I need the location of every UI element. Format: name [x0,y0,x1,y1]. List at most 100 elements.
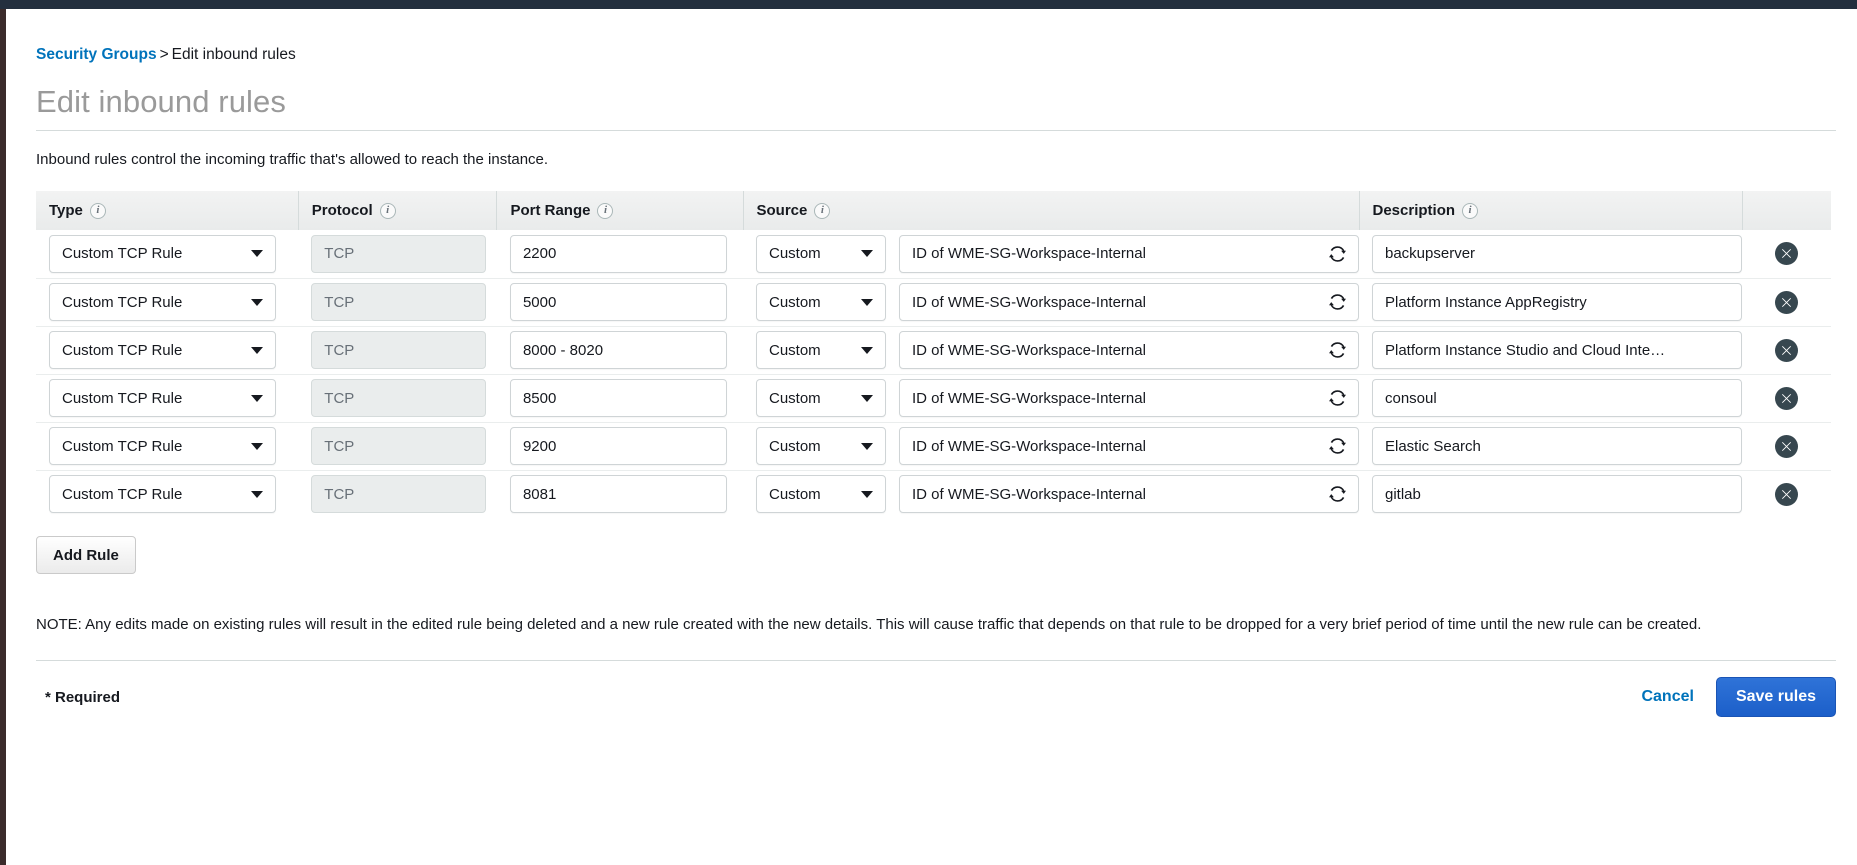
cell-actions [1742,470,1831,518]
protocol-value: TCP [324,438,354,455]
refresh-icon[interactable] [1329,486,1346,503]
cell-type: Custom TCP Rule [36,374,298,422]
cell-source: Custom ID of WME-SG-Workspace-Internal [743,278,1359,326]
description-input-0[interactable]: backupserver [1372,235,1742,273]
info-icon-protocol[interactable]: i [380,203,396,219]
delete-rule-button-3[interactable] [1775,387,1798,410]
refresh-icon[interactable] [1329,342,1346,359]
refresh-icon[interactable] [1329,245,1346,262]
type-select-1[interactable]: Custom TCP Rule [49,283,276,321]
type-select-value: Custom TCP Rule [62,390,243,407]
chevron-down-icon [251,443,263,450]
chevron-down-icon [861,443,873,450]
cell-description: Elastic Search [1359,422,1742,470]
port-range-input-5[interactable]: 8081 [510,475,727,513]
column-header-source-label: Source [757,202,808,219]
cell-source: Custom ID of WME-SG-Workspace-Internal [743,374,1359,422]
protocol-field-1: TCP [311,283,486,321]
source-input-5[interactable]: ID of WME-SG-Workspace-Internal [899,475,1359,513]
save-rules-button[interactable]: Save rules [1716,677,1836,717]
cell-actions [1742,278,1831,326]
source-input-4[interactable]: ID of WME-SG-Workspace-Internal [899,427,1359,465]
info-icon-type[interactable]: i [90,203,106,219]
port-range-value: 8000 - 8020 [523,342,603,359]
info-icon-port-range[interactable]: i [597,203,613,219]
chevron-down-icon [251,299,263,306]
delete-rule-button-2[interactable] [1775,339,1798,362]
cell-actions [1742,326,1831,374]
refresh-icon[interactable] [1329,390,1346,407]
source-select-0[interactable]: Custom [756,235,886,273]
chevron-down-icon [861,250,873,257]
source-select-3[interactable]: Custom [756,379,886,417]
add-rule-button[interactable]: Add Rule [36,536,136,574]
protocol-value: TCP [324,294,354,311]
type-select-3[interactable]: Custom TCP Rule [49,379,276,417]
protocol-field-0: TCP [311,235,486,273]
breadcrumb-current: Edit inbound rules [172,46,296,63]
column-header-port-range-label: Port Range [510,202,590,219]
port-range-value: 8081 [523,486,556,503]
protocol-value: TCP [324,486,354,503]
cell-description: consoul [1359,374,1742,422]
type-select-5[interactable]: Custom TCP Rule [49,475,276,513]
type-select-value: Custom TCP Rule [62,294,243,311]
column-header-description-label: Description [1373,202,1456,219]
cell-protocol: TCP [298,422,497,470]
source-input-3[interactable]: ID of WME-SG-Workspace-Internal [899,379,1359,417]
port-range-input-0[interactable]: 2200 [510,235,727,273]
breadcrumb-security-groups-link[interactable]: Security Groups [36,46,157,63]
title-divider [36,130,1836,131]
delete-rule-button-5[interactable] [1775,483,1798,506]
source-input-2[interactable]: ID of WME-SG-Workspace-Internal [899,331,1359,369]
description-input-3[interactable]: consoul [1372,379,1742,417]
type-select-value: Custom TCP Rule [62,245,243,262]
delete-rule-button-4[interactable] [1775,435,1798,458]
source-select-1[interactable]: Custom [756,283,886,321]
description-input-4[interactable]: Elastic Search [1372,427,1742,465]
source-select-5[interactable]: Custom [756,475,886,513]
source-input-value: ID of WME-SG-Workspace-Internal [912,438,1146,455]
refresh-icon[interactable] [1329,438,1346,455]
description-input-1[interactable]: Platform Instance AppRegistry [1372,283,1742,321]
type-select-0[interactable]: Custom TCP Rule [49,235,276,273]
port-range-input-1[interactable]: 5000 [510,283,727,321]
close-icon [1780,344,1793,357]
protocol-value: TCP [324,390,354,407]
breadcrumb: Security Groups>Edit inbound rules [36,45,1857,65]
info-icon-description[interactable]: i [1462,203,1478,219]
source-input-1[interactable]: ID of WME-SG-Workspace-Internal [899,283,1359,321]
port-range-value: 9200 [523,438,556,455]
column-header-actions [1742,191,1831,230]
cell-type: Custom TCP Rule [36,278,298,326]
table-header-row: Type i Protocol i Port Range i [36,191,1831,230]
top-chrome-bar [0,0,1857,9]
port-range-input-4[interactable]: 9200 [510,427,727,465]
source-select-2[interactable]: Custom [756,331,886,369]
description-input-2[interactable]: Platform Instance Studio and Cloud Inte… [1372,331,1742,369]
delete-rule-button-1[interactable] [1775,291,1798,314]
intro-description: Inbound rules control the incoming traff… [36,150,1857,170]
port-range-input-3[interactable]: 8500 [510,379,727,417]
type-select-4[interactable]: Custom TCP Rule [49,427,276,465]
port-range-value: 5000 [523,294,556,311]
description-value: gitlab [1385,486,1729,503]
cancel-button[interactable]: Cancel [1641,688,1693,706]
delete-rule-button-0[interactable] [1775,242,1798,265]
protocol-field-4: TCP [311,427,486,465]
source-select-value: Custom [769,245,853,262]
port-range-input-2[interactable]: 8000 - 8020 [510,331,727,369]
type-select-value: Custom TCP Rule [62,438,243,455]
source-select-4[interactable]: Custom [756,427,886,465]
cell-description: gitlab [1359,470,1742,518]
source-input-0[interactable]: ID of WME-SG-Workspace-Internal [899,235,1359,273]
description-input-5[interactable]: gitlab [1372,475,1742,513]
cell-actions [1742,374,1831,422]
chevron-down-icon [861,299,873,306]
info-icon-source[interactable]: i [814,203,830,219]
refresh-icon[interactable] [1329,294,1346,311]
cell-protocol: TCP [298,374,497,422]
type-select-2[interactable]: Custom TCP Rule [49,331,276,369]
column-header-description: Description i [1359,191,1742,230]
table-row: Custom TCP Rule TCP 8081 Custom ID of WME-SG… [36,470,1831,518]
